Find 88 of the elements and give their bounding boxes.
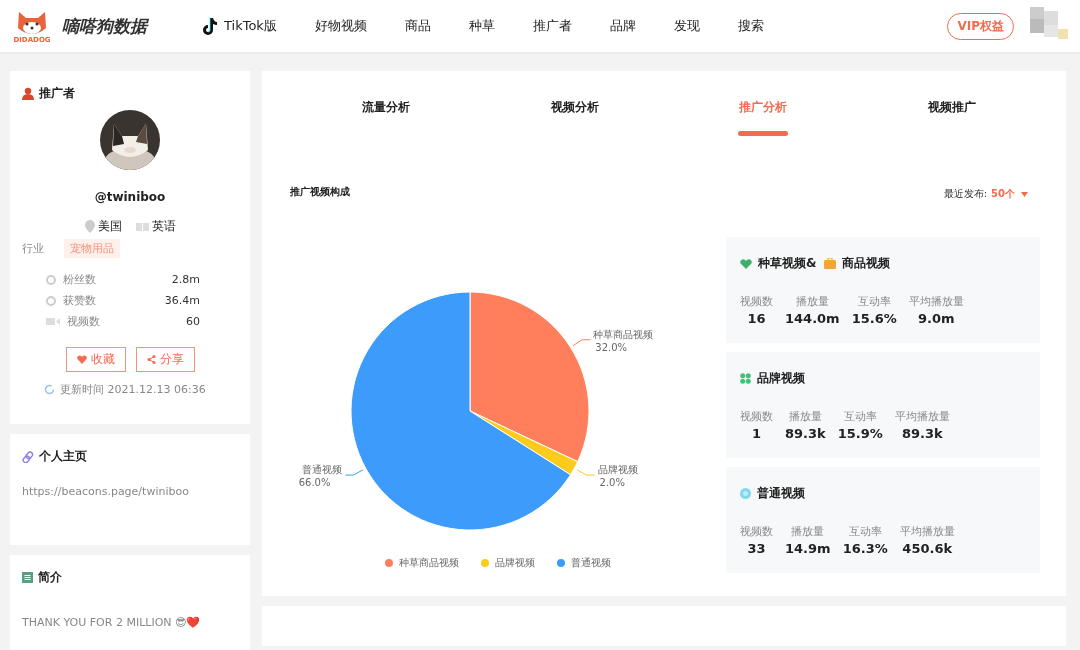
circle-icon [46,274,56,285]
section-title: 简介 [38,569,62,586]
nav-link[interactable]: 商品 [385,17,450,35]
legend-label: 种草商品视频 [399,556,459,570]
list-icon [22,572,33,583]
card-title: 普通视频 [757,485,805,502]
stat-label: 粉丝数 [63,272,96,287]
leader-line [576,469,596,476]
grid-icon [740,373,751,384]
metric-value: 450.6k [902,541,953,556]
metric-label: 播放量 [791,524,825,539]
metric-value: 15.6% [851,311,897,326]
slice-label: 品牌视频 [597,464,638,476]
user-handle: @twiniboo [94,190,166,204]
metric-label: 平均播放量 [908,294,964,309]
tab[interactable]: 流量分析 [292,71,481,149]
industry-label: 行业 [22,241,44,256]
metric-label: 互动率 [843,409,877,424]
leader-line [344,469,364,476]
metric-value: 144.0m [785,311,840,326]
circle-icon [46,295,56,306]
card-title: 品牌视频 [757,370,805,387]
stat-value: 36.4m [164,294,200,307]
metric-label: 视频数 [740,524,773,539]
refresh-icon [44,384,55,395]
share-icon [146,355,156,364]
metric-label: 平均播放量 [894,409,950,424]
update-time: 更新时间 2021.12.13 06:36 [60,382,206,397]
metric-label: 互动率 [857,294,891,309]
nav-link[interactable]: 种草 [449,17,514,35]
heart-icon [76,355,87,364]
metric-value: 1 [751,426,761,441]
stat-value: 60 [186,315,200,328]
nav-link[interactable]: 好物视频 [295,17,386,35]
nav-link[interactable]: 品牌 [590,17,655,35]
slice-percent: 66.0% [298,477,331,489]
slice-label: 种草商品视频 [593,328,654,340]
film-icon [46,317,60,326]
metric-label: 视频数 [740,294,773,309]
book-icon [135,221,149,232]
stat-label: 获赞数 [63,293,96,308]
metric-value: 89.3k [901,426,943,441]
metric-label: 互动率 [848,524,882,539]
tab[interactable]: 视频推广 [857,71,1046,149]
metric-value: 89.3k [785,426,826,441]
bio-text: THANK YOU FOR 2 MILLION 😎❤ [22,616,202,629]
metric-label: 平均播放量 [899,524,955,539]
nav-link[interactable]: 推广者 [513,17,591,35]
metric-value: 9.0m [918,311,955,326]
chart-title: 推广视频构成 [290,185,351,199]
nav-link[interactable]: 搜索 [718,17,783,35]
metric-label: 播放量 [788,409,822,424]
slice-label: 普通视频 [302,464,343,476]
filter-label: 最近发布: [943,187,988,201]
industry-tag: 宠物用品 [64,239,120,258]
metric-value: 33 [747,541,766,556]
tab[interactable]: 视频分析 [480,71,669,149]
link-icon [22,450,34,463]
bag-icon [824,258,837,269]
nav-link[interactable]: 发现 [654,17,719,35]
country-text: 美国 [97,218,122,235]
legend-label: 品牌视频 [495,556,535,570]
caret-icon [1021,191,1028,197]
language-text: 英语 [151,218,176,235]
heart-icon [740,258,752,269]
metric-value: 15.9% [837,426,883,441]
metric-value: 16 [747,311,766,326]
metric-value: 16.3% [842,541,888,556]
slice-percent: 2.0% [599,477,625,489]
card-title: 种草视频& [758,255,817,272]
homepage-link[interactable]: https://beacons.page/twiniboo [22,485,238,498]
stat-label: 视频数 [67,314,100,329]
leader-line [572,339,591,347]
section-title: 推广者 [39,85,75,102]
note-icon [202,17,218,35]
metric-label: 播放量 [795,294,829,309]
circle-icon [740,488,751,499]
brand-name: 嘀嗒狗数据 [62,14,147,38]
person-icon [22,87,34,100]
metric-value: 14.9m [785,541,831,556]
metric-label: 视频数 [740,409,773,424]
stat-value: 2.8m [171,273,200,286]
section-title: 个人主页 [39,448,87,465]
legend-label: 普通视频 [571,556,611,570]
nav-link[interactable]: TikTok版 [183,17,296,35]
slice-percent: 32.0% [595,341,628,353]
card-title: 商品视频 [842,255,891,272]
location-pin-icon [84,220,95,233]
